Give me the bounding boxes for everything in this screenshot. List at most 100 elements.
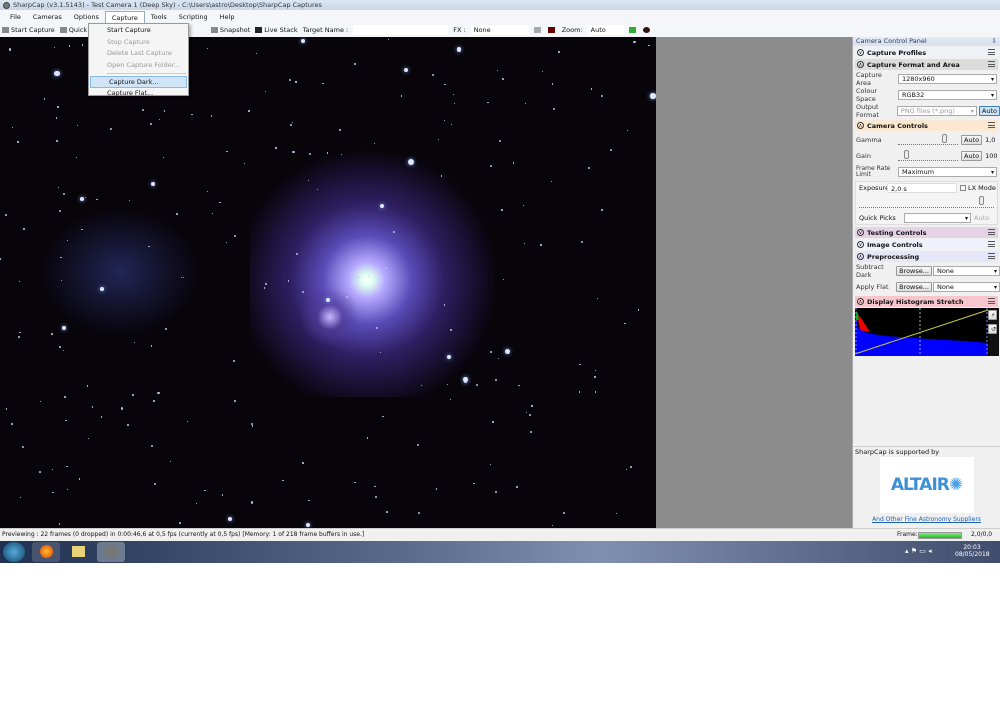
slider-thumb[interactable] bbox=[979, 196, 984, 205]
star bbox=[322, 82, 325, 85]
menu-bar: File Cameras Options Capture Tools Scrip… bbox=[0, 10, 1000, 23]
menu-options[interactable]: Options bbox=[68, 11, 105, 23]
sponsor-link[interactable]: And Other Fine Astronomy Suppliers bbox=[853, 515, 1000, 524]
menu-item-capture-flat[interactable]: Capture Flat... bbox=[89, 88, 188, 100]
menu-file[interactable]: File bbox=[4, 11, 27, 23]
exposure-input[interactable]: 2,0 s bbox=[887, 183, 957, 193]
star bbox=[300, 38, 306, 44]
section-image-controls[interactable]: ∨ Image Controls bbox=[855, 239, 998, 250]
start-capture-button[interactable]: Start Capture bbox=[2, 26, 55, 34]
exposure-slider[interactable] bbox=[859, 196, 994, 208]
menu-item-capture-dark[interactable]: Capture Dark... bbox=[90, 76, 187, 88]
auto-stretch-icon[interactable]: ⚡ bbox=[988, 310, 997, 320]
zoom-select[interactable]: Auto bbox=[587, 25, 624, 35]
target-name-input[interactable] bbox=[353, 25, 449, 35]
histogram-icon[interactable] bbox=[628, 27, 636, 33]
sharpcap-taskbar-icon[interactable] bbox=[97, 542, 125, 562]
tray-icons[interactable]: ▴ ⚑ ▭ ◂ bbox=[905, 547, 932, 555]
slider-thumb[interactable] bbox=[942, 133, 947, 143]
star bbox=[295, 81, 297, 83]
camera-preview-image bbox=[0, 37, 656, 528]
star bbox=[339, 128, 342, 131]
menu-item-open-capture-folder: Open Capture Folder... bbox=[107, 60, 181, 69]
pin-icon[interactable]: ⇩ bbox=[992, 37, 997, 46]
section-camera-controls[interactable]: ∧ Camera Controls bbox=[855, 120, 998, 131]
panel-header: Camera Control Panel ⇩ bbox=[853, 37, 1000, 46]
star bbox=[610, 149, 613, 152]
section-capture-profiles[interactable]: ∨ Capture Profiles bbox=[855, 47, 998, 58]
reset-icon[interactable]: ↺ bbox=[988, 324, 997, 334]
capture-area-select[interactable]: 1280x960 bbox=[898, 74, 997, 84]
menu-help[interactable]: Help bbox=[214, 11, 241, 23]
red-grid-icon[interactable] bbox=[547, 27, 555, 33]
star bbox=[449, 398, 452, 401]
menu-icon[interactable] bbox=[988, 253, 995, 259]
menu-icon[interactable] bbox=[988, 229, 995, 235]
output-format-select[interactable]: PNG files (*.png) bbox=[896, 106, 977, 116]
star bbox=[57, 186, 60, 188]
star bbox=[87, 437, 89, 440]
firefox-icon[interactable] bbox=[32, 542, 60, 562]
menu-cameras[interactable]: Cameras bbox=[27, 11, 68, 23]
colour-space-select[interactable]: RGB32 bbox=[898, 90, 997, 100]
lx-mode-checkbox[interactable] bbox=[960, 185, 966, 191]
magnifier-icon[interactable] bbox=[642, 27, 650, 33]
star bbox=[475, 383, 478, 386]
star bbox=[39, 401, 41, 403]
gamma-slider[interactable] bbox=[898, 133, 958, 145]
menu-icon[interactable] bbox=[988, 49, 995, 55]
frame-value: 2,0/0,0 bbox=[971, 531, 993, 538]
star bbox=[289, 79, 292, 82]
live-stack-button[interactable]: Live Stack bbox=[255, 26, 298, 34]
gamma-value[interactable]: 1,0 bbox=[985, 136, 995, 144]
subtract-dark-browse-button[interactable]: Browse... bbox=[896, 266, 932, 276]
apply-flat-browse-button[interactable]: Browse... bbox=[896, 282, 932, 292]
menu-scripting[interactable]: Scripting bbox=[173, 11, 214, 23]
fx-label: FX : bbox=[453, 26, 466, 34]
star bbox=[282, 479, 284, 481]
apply-flat-select[interactable]: None bbox=[932, 282, 1000, 292]
section-histogram-stretch[interactable]: ∧ Display Histogram Stretch bbox=[855, 296, 998, 307]
star bbox=[541, 70, 543, 72]
menu-capture[interactable]: Capture bbox=[104, 10, 145, 23]
section-capture-format[interactable]: ∧ Capture Format and Area bbox=[855, 59, 998, 70]
star bbox=[446, 354, 451, 359]
menu-icon[interactable] bbox=[988, 61, 995, 67]
star bbox=[22, 446, 25, 449]
menu-icon[interactable] bbox=[988, 122, 995, 128]
star bbox=[121, 407, 124, 410]
star bbox=[403, 67, 408, 72]
gain-auto-button[interactable]: Auto bbox=[961, 151, 983, 161]
frame-rate-select[interactable]: Maximum bbox=[898, 166, 997, 177]
gain-slider[interactable] bbox=[898, 149, 958, 161]
subtract-dark-select[interactable]: None bbox=[932, 266, 1000, 276]
section-preprocessing[interactable]: ∧ Preprocessing bbox=[855, 251, 998, 262]
altair-logo[interactable]: ALTAIR✺ bbox=[879, 457, 974, 513]
menu-tools[interactable]: Tools bbox=[145, 11, 173, 23]
star bbox=[80, 196, 84, 201]
gain-value[interactable]: 100 bbox=[985, 152, 997, 160]
section-testing-controls[interactable]: ∨ Testing Controls bbox=[855, 227, 998, 238]
grey-icon[interactable] bbox=[533, 27, 541, 33]
star bbox=[244, 163, 246, 165]
menu-icon[interactable] bbox=[988, 298, 995, 304]
menu-item-start-capture[interactable]: Start Capture bbox=[89, 25, 188, 37]
star bbox=[195, 502, 198, 505]
clock[interactable]: 20:03 08/05/2018 bbox=[955, 544, 990, 558]
star bbox=[366, 437, 369, 439]
star bbox=[232, 360, 235, 363]
histogram-display[interactable]: ⚡ ↺ bbox=[854, 308, 999, 356]
star bbox=[316, 188, 318, 190]
file-explorer-icon[interactable] bbox=[64, 542, 92, 562]
menu-icon[interactable] bbox=[988, 241, 995, 247]
star bbox=[512, 162, 514, 164]
fx-select[interactable]: None bbox=[470, 25, 529, 35]
quick-picks-auto[interactable]: Auto bbox=[974, 214, 989, 222]
start-button[interactable] bbox=[3, 542, 25, 562]
quick-picks-select[interactable] bbox=[904, 213, 971, 223]
output-format-auto-button[interactable]: Auto bbox=[978, 106, 1000, 116]
snapshot-button[interactable]: Snapshot bbox=[210, 26, 250, 34]
slider-thumb[interactable] bbox=[903, 149, 909, 159]
star bbox=[530, 430, 533, 433]
gamma-auto-button[interactable]: Auto bbox=[961, 135, 983, 145]
